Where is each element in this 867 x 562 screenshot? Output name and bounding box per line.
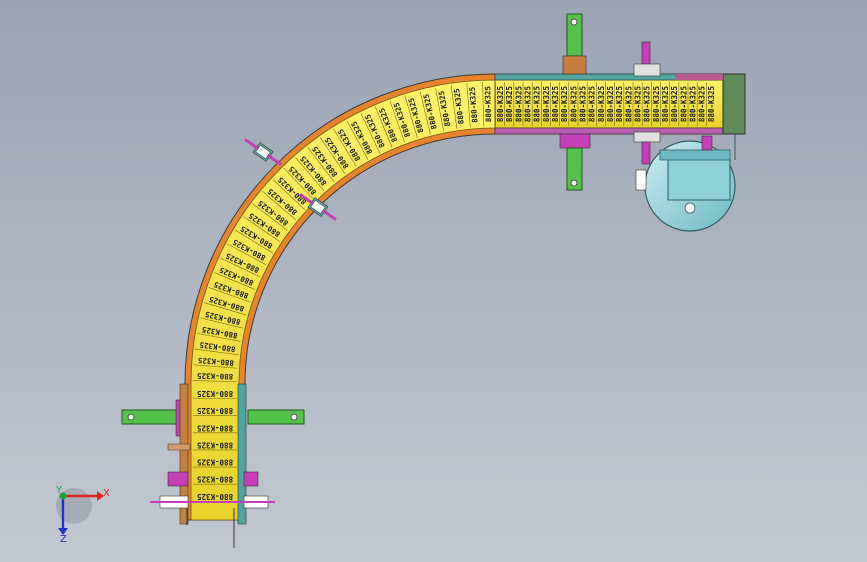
chain-link-label: 880-K325	[514, 86, 523, 122]
chain-link: 880-K325	[193, 475, 237, 485]
chain-link: 880-K325	[596, 82, 606, 126]
chain-link-label: 880-K325	[588, 86, 597, 122]
chain-link-label: 880-K325	[197, 423, 233, 432]
z-axis-label: Z	[60, 534, 67, 545]
chain-link-label: 880-K325	[634, 86, 643, 122]
xyz-axis-triad-icon[interactable]: X Y Z	[55, 485, 110, 545]
chain-link: 880-K325	[568, 82, 578, 126]
chain-link-label: 880-K325	[615, 86, 624, 122]
chain-link: 880-K325	[706, 82, 716, 126]
curve-frame	[184, 73, 496, 521]
chain-link-label: 880-K325	[496, 86, 505, 122]
chain-link-label: 880-K325	[197, 440, 233, 449]
drive-motor	[635, 134, 736, 232]
chain-link-label: 880-K325	[679, 86, 688, 122]
cad-viewport[interactable]: 880-K325 880-K325 880-K325 880-K325 880-K325…	[0, 0, 867, 562]
chain-link-label: 880-K325	[597, 86, 606, 122]
conveyor-assembly-drawing[interactable]: 880-K325 880-K325 880-K325 880-K325 880-K325…	[0, 0, 867, 562]
chain-link: 880-K325	[687, 82, 698, 126]
chain-link: 880-K325	[696, 82, 707, 126]
chain-link-label: 880-K325	[197, 406, 233, 415]
chain-link-label: 880-K325	[524, 86, 533, 122]
chain-link: 880-K325	[531, 82, 542, 126]
chain-link: 880-K325	[660, 82, 670, 126]
chain-link: 880-K325	[513, 82, 523, 126]
chain-link-label: 880-K325	[624, 86, 633, 122]
chain-link: 880-K325	[678, 82, 688, 126]
chain-link-label: 880-K325	[698, 86, 707, 122]
chain-link: 880-K325	[651, 82, 661, 126]
chain-link: 880-K325	[193, 458, 237, 468]
chain-link-label: 880-K325	[542, 86, 551, 122]
chain-link-label: 880-K325	[689, 86, 698, 122]
chain-link-label: 880-K325	[670, 86, 679, 122]
chain-link-label: 880-K325	[197, 371, 233, 381]
chain-link-label: 880-K325	[579, 86, 588, 122]
chain-link-label: 880-K325	[661, 86, 670, 122]
chain-link: 880-K325	[669, 82, 679, 126]
chain-link: 880-K325	[482, 82, 493, 127]
chain-link-label: 880-K325	[707, 86, 716, 122]
chain-link: 880-K325	[495, 82, 505, 126]
chain-link: 880-K325	[623, 82, 633, 126]
chain-link: 880-K325	[193, 389, 237, 399]
chain-link: 880-K325	[193, 492, 237, 502]
chain-link: 880-K325	[193, 423, 237, 434]
chain-link: 880-K325	[504, 82, 514, 126]
chain-link: 880-K325	[559, 82, 569, 126]
chain-link: 880-K325	[522, 82, 533, 126]
x-axis-label: X	[103, 488, 110, 499]
chain-link: 880-K325	[632, 82, 643, 126]
chain-link: 880-K325	[193, 440, 237, 451]
chain-link: 880-K325	[605, 82, 615, 126]
y-axis-label: Y	[55, 485, 63, 496]
chain-link: 880-K325	[614, 82, 624, 126]
chain-link: 880-K325	[577, 82, 588, 126]
chain-links: 880-K325 880-K325 880-K325 880-K325 880-K325…	[192, 82, 716, 502]
chain-link: 880-K325	[550, 82, 560, 126]
chain-link-label: 880-K325	[606, 86, 615, 122]
chain-link-label: 880-K325	[197, 475, 233, 484]
chain-link: 880-K325	[641, 82, 652, 126]
chain-link-label: 880-K325	[569, 86, 578, 122]
chain-link-label: 880-K325	[533, 86, 542, 122]
chain-link: 880-K325	[586, 82, 597, 126]
chain-link-label: 880-K325	[551, 86, 560, 122]
chain-link: 880-K325	[193, 406, 237, 416]
chain-link-label: 880-K325	[197, 389, 233, 398]
chain-link-label: 880-K325	[652, 86, 661, 122]
chain-link-label: 880-K325	[560, 86, 569, 122]
chain-link-label: 880-K325	[197, 458, 233, 467]
chain-link-label: 880-K325	[197, 492, 233, 501]
chain-link: 880-K325	[541, 82, 551, 126]
chain-link-label: 880-K325	[483, 86, 493, 122]
chain-link-label: 880-K325	[643, 86, 652, 122]
chain-link: 880-K325	[192, 371, 237, 383]
chain-link-label: 880-K325	[505, 86, 514, 122]
